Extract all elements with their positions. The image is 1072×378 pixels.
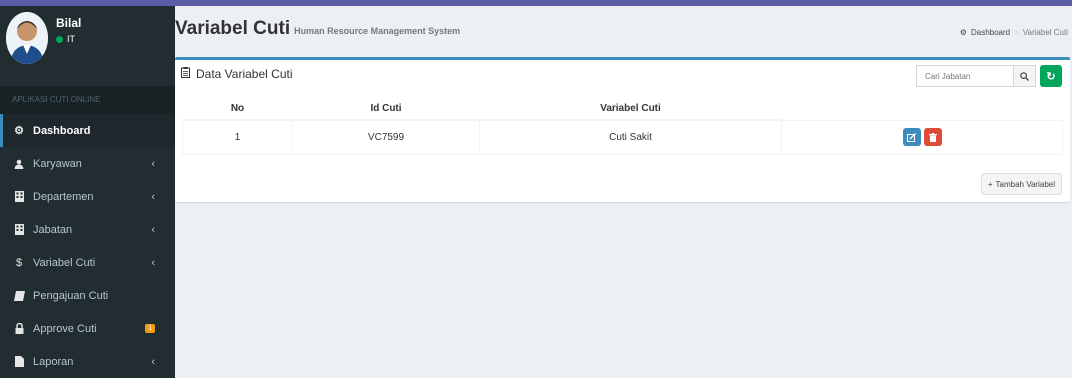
cell-id-cuti: VC7599 (292, 119, 480, 155)
user-status-text: IT (67, 34, 75, 44)
sidebar-item-approve-cuti[interactable]: Approve Cuti 1 (0, 312, 175, 345)
notification-badge: 1 (145, 324, 155, 333)
sidebar-item-label: Laporan (33, 355, 74, 368)
row-actions (902, 128, 942, 146)
edit-icon (907, 132, 916, 142)
page-subtitle: Human Resource Management System (294, 26, 461, 36)
breadcrumb-current: Variabel Cuti (1022, 28, 1068, 37)
refresh-button[interactable]: ↻ (1040, 65, 1062, 87)
sidebar-item-pengajuan-cuti[interactable]: Pengajuan Cuti (0, 279, 175, 312)
main-content: Variabel Cuti Human Resource Management S… (175, 6, 1072, 378)
lock-icon (12, 323, 26, 334)
edit-button[interactable] (902, 128, 921, 146)
delete-button[interactable] (923, 128, 942, 146)
building-icon (12, 224, 26, 235)
trash-icon (928, 132, 937, 142)
dashboard-icon: ⚙ (959, 28, 967, 37)
chevron-left-icon: ‹ (151, 157, 155, 170)
file-icon (12, 356, 26, 367)
sidebar-item-label: Dashboard (33, 124, 91, 137)
sidebar-item-label: Departemen (33, 190, 94, 203)
box-title-text: Data Variabel Cuti (196, 67, 293, 81)
table-header-row: No Id Cuti Variabel Cuti (182, 97, 1063, 121)
page-title: Variabel Cuti Human Resource Management S… (175, 18, 460, 40)
user-panel: Bilal IT (0, 6, 175, 86)
box-title: Data Variabel Cuti (181, 67, 293, 81)
search-icon (1020, 71, 1029, 81)
page-title-text: Variabel Cuti (175, 18, 291, 39)
search-input[interactable] (917, 66, 1013, 86)
online-dot-icon (56, 35, 63, 43)
building-icon (12, 191, 26, 202)
sidebar-item-karyawan[interactable]: Karyawan ‹ (0, 147, 175, 180)
cell-actions (781, 119, 1063, 155)
column-header-id-cuti: Id Cuti (292, 97, 480, 121)
chevron-left-icon: ‹ (151, 223, 155, 236)
sidebar-item-jabatan[interactable]: Jabatan ‹ (0, 213, 175, 246)
sidebar-item-laporan[interactable]: Laporan ‹ (0, 345, 175, 378)
chevron-left-icon: ‹ (151, 256, 155, 269)
avatar (6, 12, 48, 64)
column-header-no: No (182, 97, 293, 121)
sidebar-item-label: Karyawan (33, 157, 82, 170)
sidebar-item-label: Variabel Cuti (33, 256, 96, 269)
data-box: Data Variabel Cuti ↻ No Id Cuti Variabel… (175, 57, 1070, 202)
cell-no: 1 (182, 119, 293, 155)
chevron-left-icon: ‹ (151, 355, 155, 368)
search-button[interactable] (1013, 66, 1035, 86)
sidebar-item-label: Pengajuan Cuti (33, 289, 109, 302)
chevron-left-icon: ‹ (151, 190, 155, 203)
user-name: Bilal (56, 16, 82, 30)
refresh-icon: ↻ (1046, 70, 1056, 83)
breadcrumb-separator: > (1014, 28, 1019, 37)
breadcrumb-home[interactable]: Dashboard (971, 28, 1010, 37)
sidebar-item-departemen[interactable]: Departemen ‹ (0, 180, 175, 213)
sidebar-item-label: Jabatan (33, 223, 73, 236)
column-header-actions (782, 97, 1063, 120)
book-icon (12, 290, 26, 301)
clipboard-icon (181, 67, 190, 81)
add-variabel-label: Tambah Variabel (995, 179, 1055, 189)
search-group (916, 65, 1036, 87)
breadcrumb: ⚙ Dashboard > Variabel Cuti (960, 28, 1068, 37)
sidebar-header: APLIKASI CUTI ONLINE (0, 86, 175, 114)
column-header-variabel-cuti: Variabel Cuti (479, 97, 782, 121)
sidebar-item-label: Approve Cuti (33, 322, 97, 335)
sidebar-menu: ⚙ Dashboard Karyawan ‹ Departemen ‹ Jaba… (0, 114, 175, 378)
dollar-icon: $ (15, 256, 23, 269)
sidebar-item-variabel-cuti[interactable]: $ Variabel Cuti ‹ (0, 246, 175, 279)
user-icon (12, 159, 26, 169)
dashboard-icon: ⚙ (14, 125, 24, 137)
sidebar-item-dashboard[interactable]: ⚙ Dashboard (0, 114, 175, 147)
add-variabel-button[interactable]: + Tambah Variabel (980, 173, 1062, 195)
cell-variabel-cuti: Cuti Sakit (479, 119, 782, 155)
user-status: IT (56, 34, 75, 44)
sidebar: Bilal IT APLIKASI CUTI ONLINE ⚙ Dashboar… (0, 6, 175, 378)
plus-icon: + (987, 179, 993, 189)
table-row: 1 VC7599 Cuti Sakit (182, 119, 1063, 155)
variabel-table: No Id Cuti Variabel Cuti 1 VC7599 Cuti S… (182, 97, 1063, 155)
